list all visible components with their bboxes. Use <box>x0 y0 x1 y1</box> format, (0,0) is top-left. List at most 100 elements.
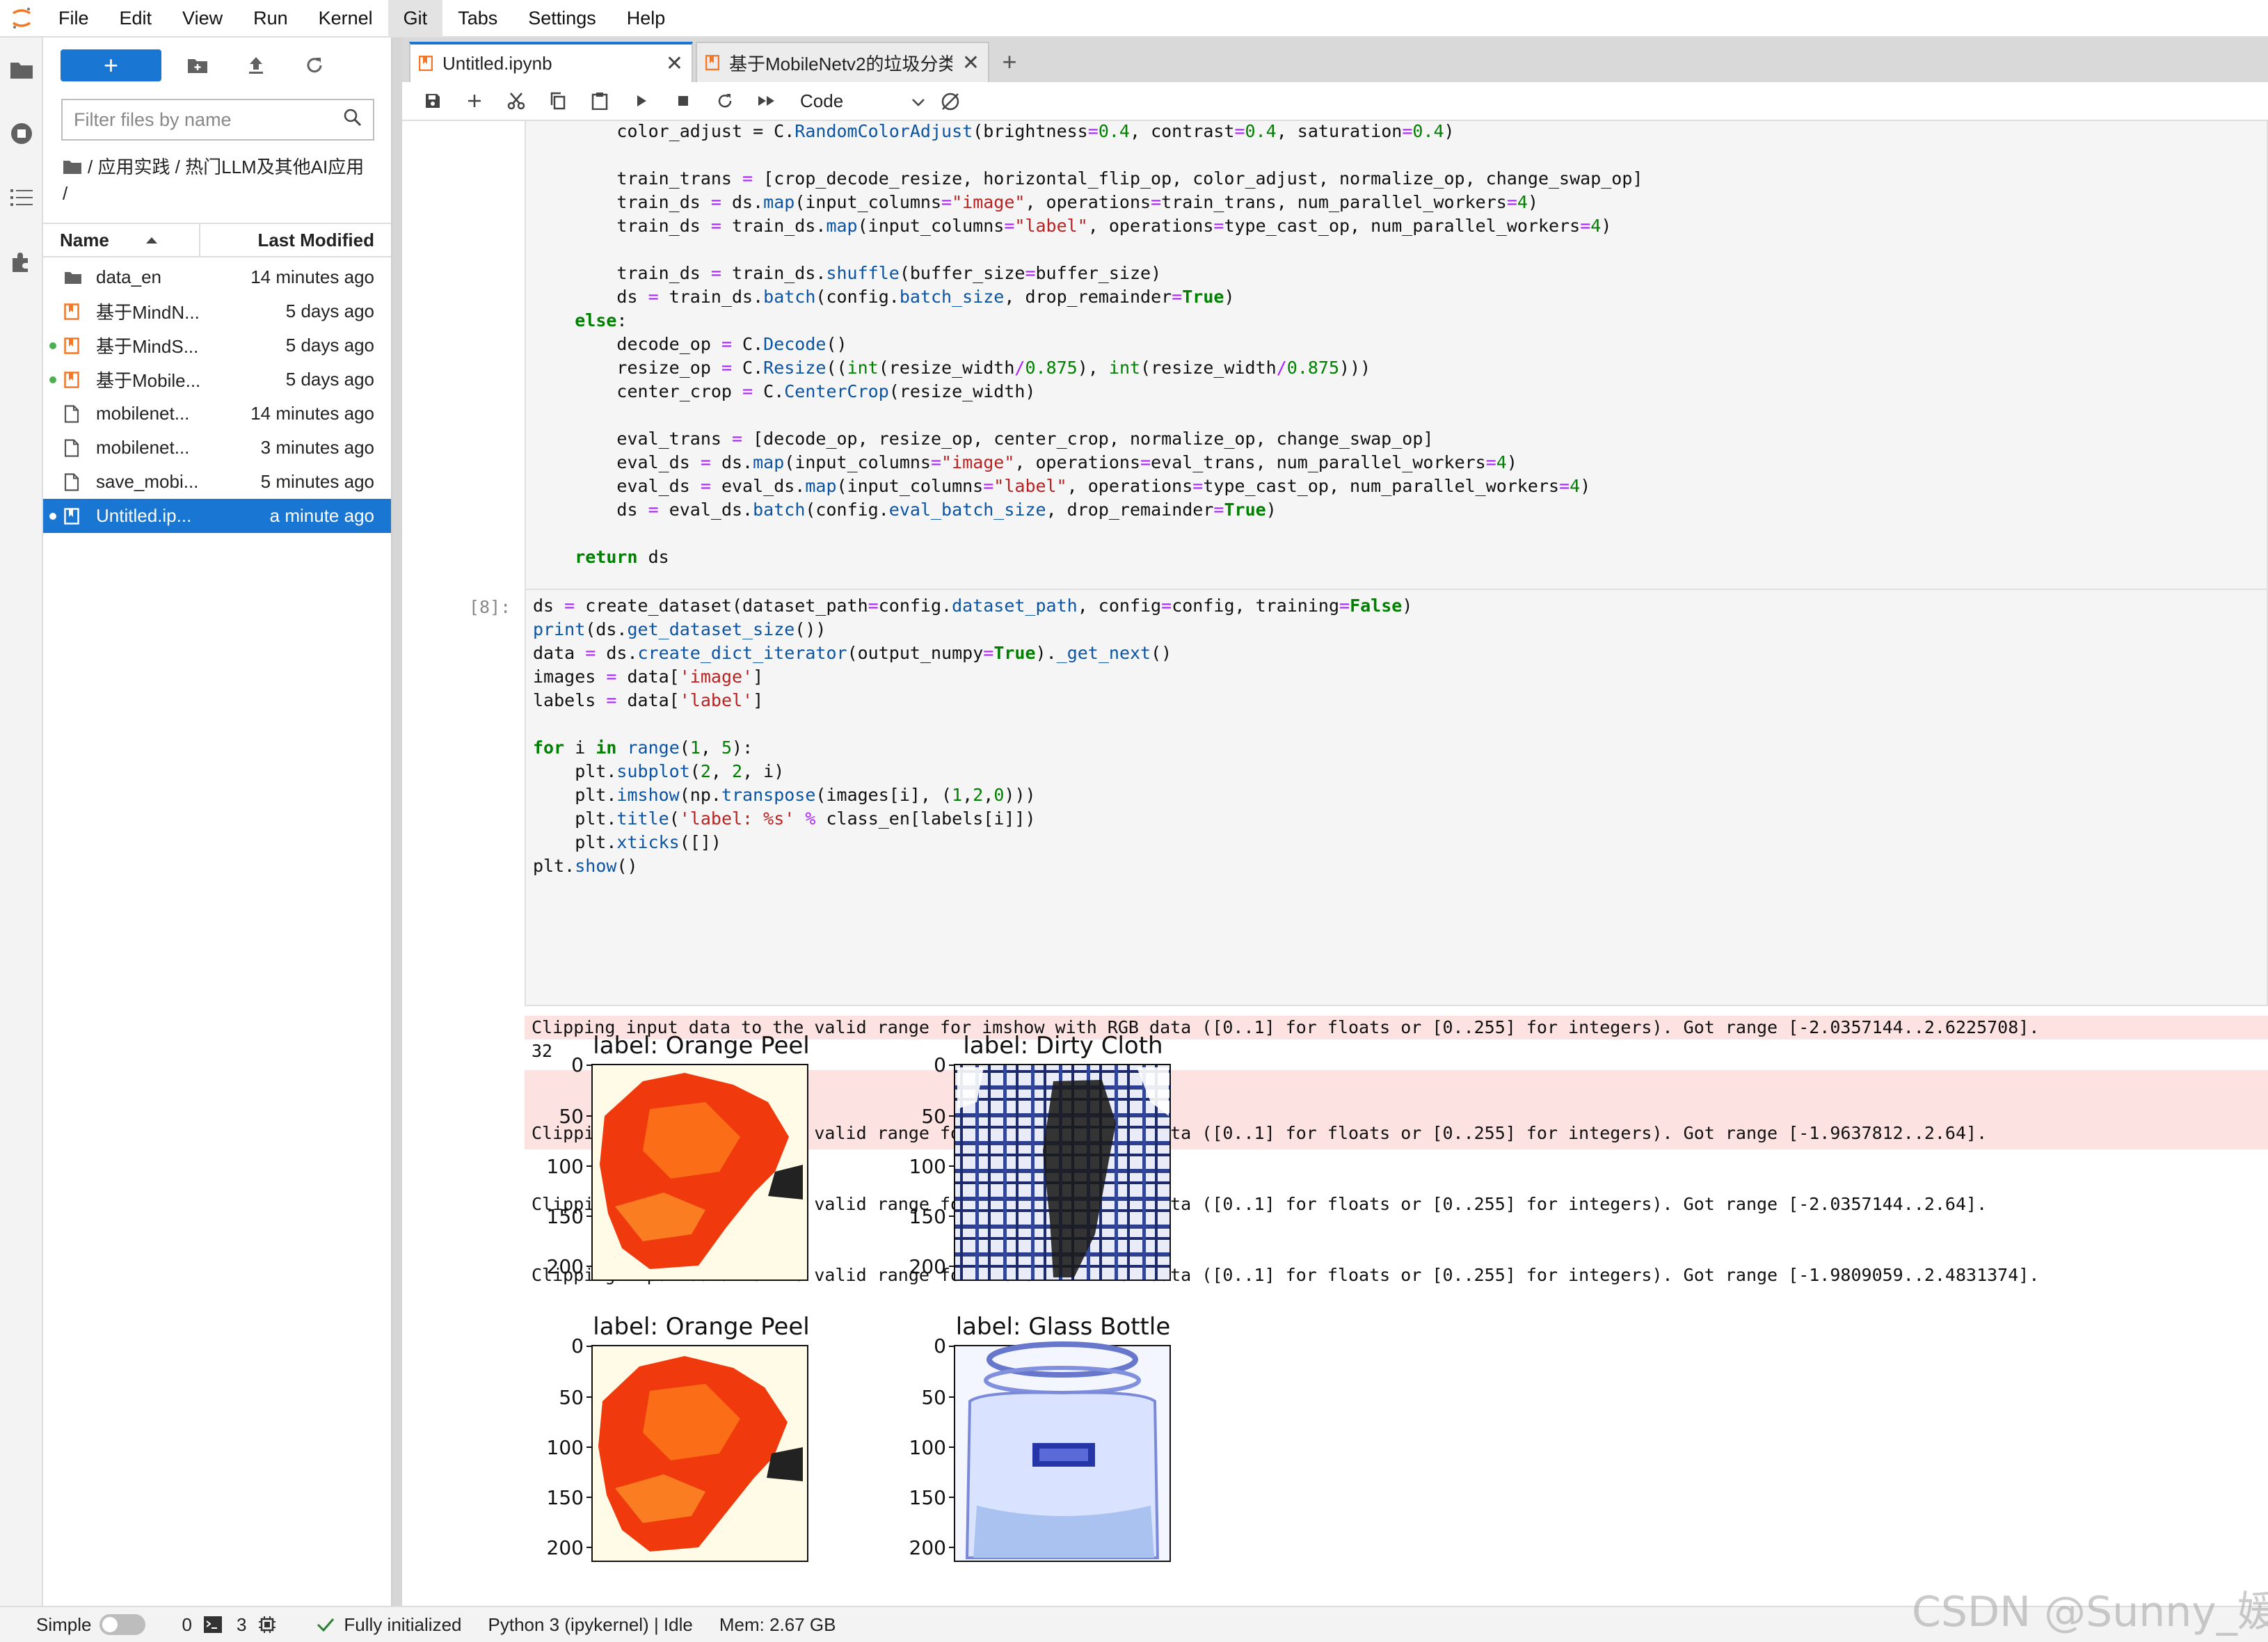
breadcrumb-path[interactable]: / 应用实践 / 热门LLM及其他AI应用 / <box>63 157 364 204</box>
activity-bar <box>0 38 43 1606</box>
menu-tabs[interactable]: Tabs <box>442 0 513 37</box>
filter-files-input[interactable]: Filter files by name <box>61 99 374 141</box>
refresh-icon[interactable] <box>285 48 344 83</box>
subplot-glass-bottle: label: Glass Bottle 0 50 100 150 200 <box>909 1313 1171 1562</box>
file-name: mobilenet... <box>96 437 190 458</box>
insert-cell-plus-icon[interactable] <box>454 83 495 118</box>
folder-icon[interactable] <box>0 38 43 102</box>
simple-mode-toggle[interactable]: Simple <box>36 1614 146 1636</box>
y-tick: 0 <box>934 1334 946 1357</box>
cell-type-select[interactable]: Code <box>800 90 925 112</box>
running-icon[interactable] <box>0 102 43 166</box>
restart-icon[interactable] <box>704 83 746 118</box>
cut-scissors-icon[interactable] <box>495 83 537 118</box>
run-play-icon[interactable] <box>621 83 662 118</box>
stop-square-icon[interactable] <box>662 83 704 118</box>
code-editor[interactable]: color_adjust = C.RandomColorAdjust(brigh… <box>526 121 2267 569</box>
init-status[interactable]: Fully initialized <box>316 1614 462 1636</box>
y-tick: 100 <box>547 1436 584 1459</box>
file-list-item[interactable]: Untitled.ip... a minute ago <box>43 499 391 533</box>
file-list-item[interactable]: 基于MindS... 5 days ago <box>43 328 391 362</box>
y-tick: 50 <box>921 1105 946 1128</box>
y-tick: 100 <box>909 1436 946 1459</box>
file-list-header: Name Last Modified <box>43 223 391 257</box>
file-modified: 5 days ago <box>285 301 374 321</box>
new-launcher-button[interactable]: + <box>61 49 161 81</box>
menu-help[interactable]: Help <box>612 0 681 37</box>
menu-kernel[interactable]: Kernel <box>303 0 388 37</box>
notebook-icon <box>64 337 83 354</box>
menu-edit[interactable]: Edit <box>104 0 168 37</box>
last-modified-column-header[interactable]: Last Modified <box>200 224 391 256</box>
file-icon <box>64 472 83 491</box>
close-icon[interactable]: ✕ <box>666 51 683 76</box>
paste-clipboard-icon[interactable] <box>579 83 621 118</box>
y-tick: 50 <box>559 1386 584 1409</box>
menu-settings[interactable]: Settings <box>513 0 612 37</box>
panel-splitter[interactable] <box>392 38 402 1606</box>
cell-execution-prompt: [8]: <box>469 597 511 617</box>
file-icon <box>64 438 83 457</box>
tab-label: Untitled.ipynb <box>442 52 552 74</box>
toggle-switch[interactable] <box>99 1614 146 1635</box>
file-list-item[interactable]: data_en 14 minutes ago <box>43 260 391 294</box>
file-list-item[interactable]: mobilenet... 3 minutes ago <box>43 431 391 465</box>
file-list-item[interactable]: 基于Mobile... 5 days ago <box>43 362 391 397</box>
new-folder-icon[interactable] <box>168 48 227 83</box>
kernel-count-value: 3 <box>236 1613 247 1635</box>
y-tick: 150 <box>547 1486 584 1509</box>
folder-icon <box>64 271 83 285</box>
close-icon[interactable]: ✕ <box>962 51 980 75</box>
file-list-item[interactable]: mobilenet... 14 minutes ago <box>43 397 391 431</box>
y-tick: 0 <box>571 1334 584 1357</box>
new-tab-plus-icon[interactable]: + <box>992 42 1027 82</box>
y-tick: 50 <box>559 1105 584 1128</box>
terminal-count[interactable]: 0 <box>182 1614 222 1636</box>
terminal-icon <box>203 1616 223 1634</box>
y-tick: 150 <box>547 1205 584 1228</box>
jupyter-logo-icon[interactable] <box>0 0 43 37</box>
file-modified: 14 minutes ago <box>250 266 374 287</box>
cell-type-value: Code <box>800 90 844 111</box>
y-tick: 100 <box>909 1155 946 1178</box>
menu-run[interactable]: Run <box>238 0 303 37</box>
menu-git[interactable]: Git <box>388 0 443 37</box>
kernel-status[interactable]: Python 3 (ipykernel) | Idle <box>488 1614 693 1636</box>
subplot-orange-peel-1: label: Orange Peel 0 50 100 150 200 <box>547 1032 810 1281</box>
home-folder-icon[interactable] <box>63 156 82 181</box>
name-column-header[interactable]: Name <box>43 224 200 256</box>
upload-icon[interactable] <box>227 48 285 83</box>
copy-icon[interactable] <box>537 83 579 118</box>
menu-file[interactable]: File <box>43 0 104 37</box>
code-cell-current[interactable]: ds = create_dataset(dataset_path=config.… <box>525 589 2268 1006</box>
fast-forward-icon[interactable] <box>746 83 788 118</box>
memory-usage: Mem: 2.67 GB <box>719 1613 836 1635</box>
menu-bar: File Edit View Run Kernel Git Tabs Setti… <box>0 0 2268 38</box>
file-list-item[interactable]: save_mobi... 5 minutes ago <box>43 465 391 499</box>
running-indicator-icon <box>49 376 56 383</box>
kernel-count[interactable]: 3 <box>237 1614 277 1636</box>
y-tick: 0 <box>934 1053 946 1076</box>
y-tick: 150 <box>909 1205 946 1228</box>
notebook-icon <box>419 56 433 71</box>
tab-untitled-ipynb[interactable]: Untitled.ipynb ✕ <box>409 42 693 82</box>
notebook-icon <box>64 371 83 388</box>
terminal-count-value: 0 <box>182 1613 192 1635</box>
notebook-toolbar: Code <box>402 82 2268 121</box>
y-tick: 200 <box>909 1536 946 1559</box>
tab-mobilenetv2-notebook[interactable]: 基于MobileNetv2的垃圾分类 ✕ <box>696 42 989 82</box>
menu-view[interactable]: View <box>167 0 238 37</box>
kernel-chip-icon <box>257 1615 277 1634</box>
subplot-orange-peel-2: label: Orange Peel 0 50 100 150 200 <box>547 1313 810 1562</box>
subplot-title: label: Glass Bottle <box>956 1313 1171 1341</box>
code-editor[interactable]: ds = create_dataset(dataset_path=config.… <box>526 590 2267 878</box>
save-icon[interactable] <box>412 83 454 118</box>
breadcrumb[interactable]: / 应用实践 / 热门LLM及其他AI应用 / <box>63 154 373 206</box>
table-of-contents-icon[interactable] <box>0 166 43 230</box>
file-name: save_mobi... <box>96 471 199 492</box>
kernel-status-circle-icon <box>929 83 971 118</box>
y-tick: 150 <box>909 1486 946 1509</box>
file-list-item[interactable]: 基于MindN... 5 days ago <box>43 294 391 328</box>
extensions-icon[interactable] <box>0 230 43 294</box>
notebook-content[interactable]: color_adjust = C.RandomColorAdjust(brigh… <box>402 121 2268 1606</box>
